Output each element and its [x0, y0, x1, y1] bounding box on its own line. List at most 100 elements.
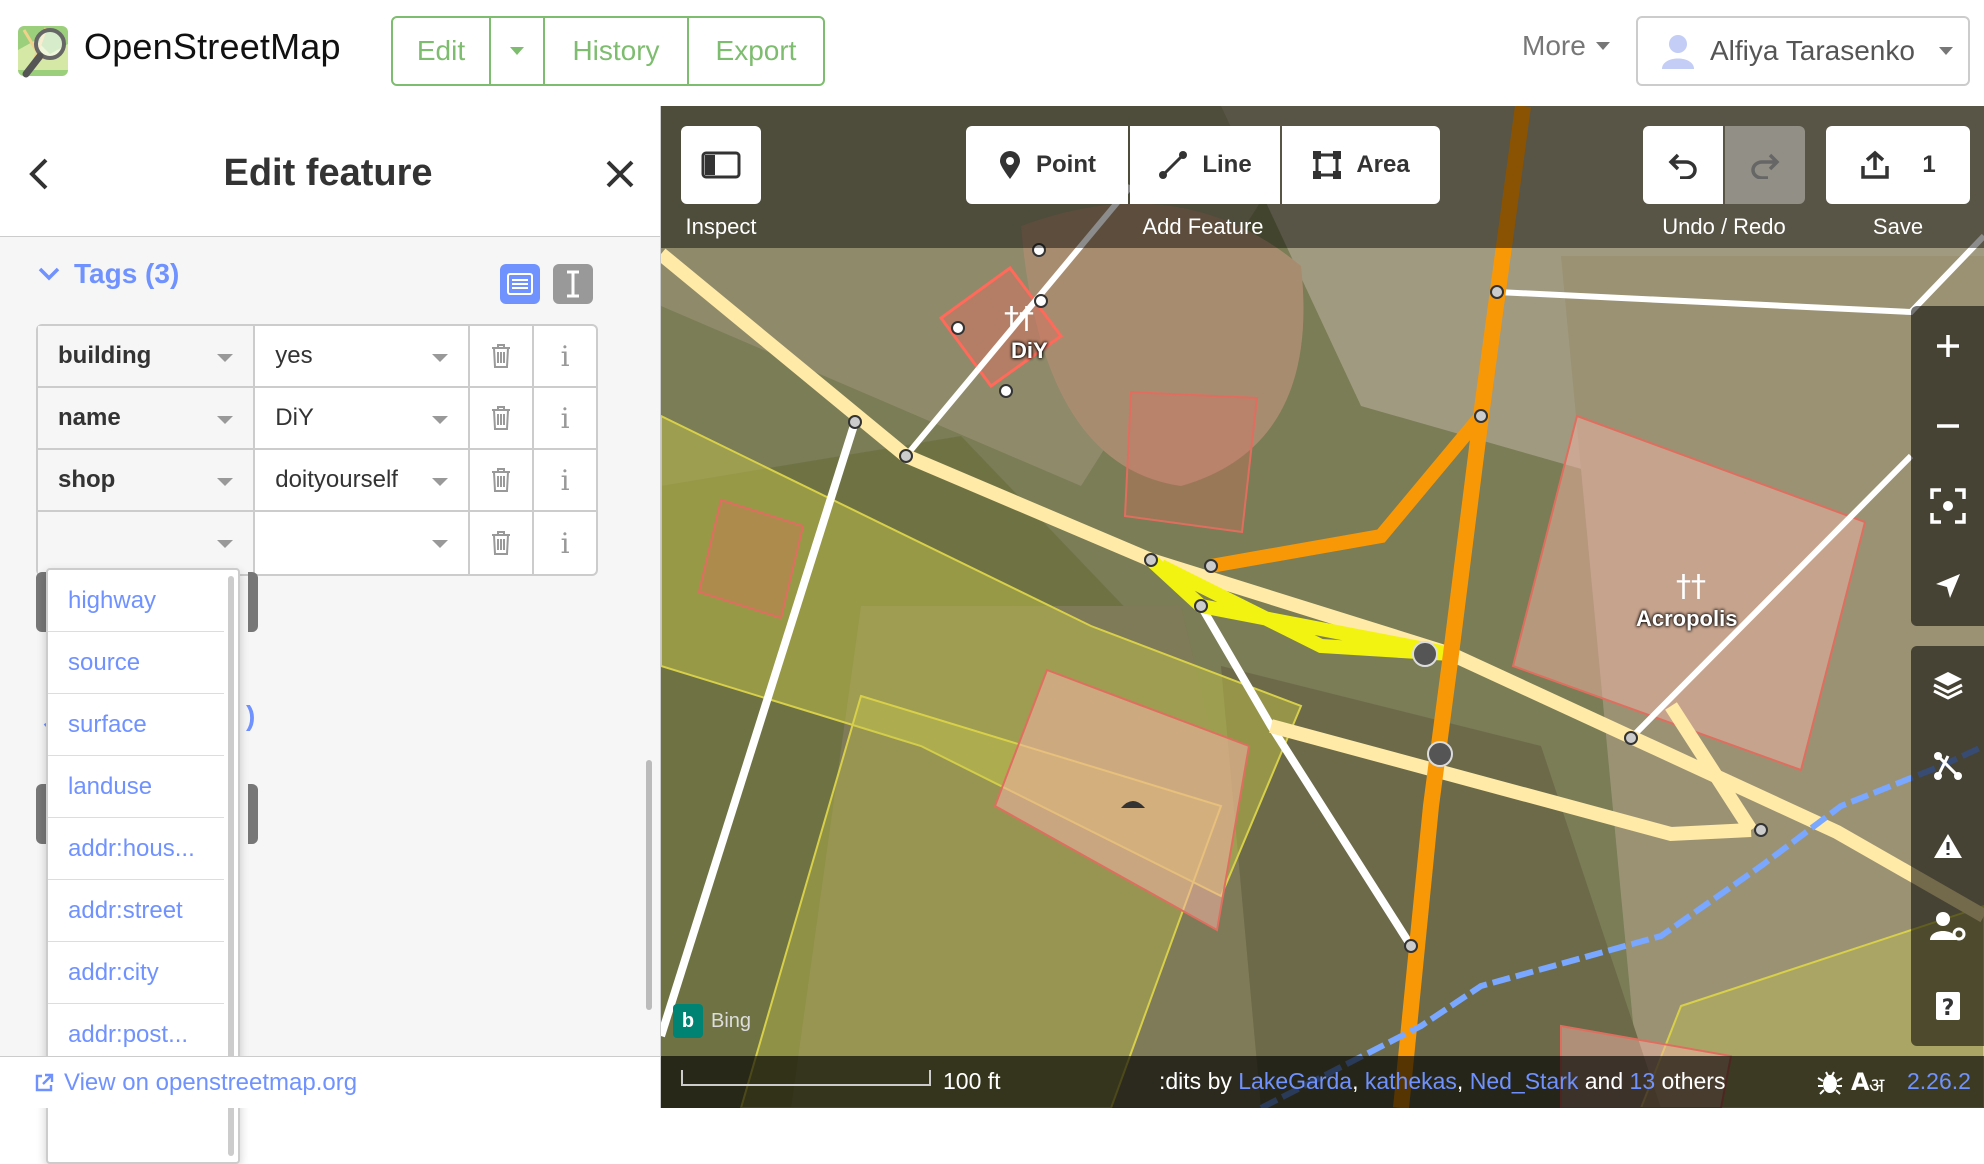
issues-button[interactable] [1911, 806, 1984, 886]
tag-row: building yes i [38, 326, 596, 388]
hidden-section-title: ) [246, 700, 256, 731]
trash-icon [492, 344, 511, 368]
preferences-button[interactable] [1911, 886, 1984, 966]
avatar-icon [1662, 35, 1694, 69]
tags-section-toggle[interactable]: Tags (3) [38, 258, 179, 290]
background-layers-button[interactable] [1911, 646, 1984, 726]
map-data-button[interactable] [1911, 726, 1984, 806]
tag-info-button[interactable]: i [534, 450, 596, 510]
sidebar: Edit feature Tags (3) building yes i nam… [0, 106, 661, 1164]
suggestion-item[interactable]: addr:city [48, 942, 224, 1004]
zoom-out-button[interactable] [1911, 386, 1984, 466]
location-arrow-icon [1935, 574, 1960, 598]
text-view-button[interactable] [553, 264, 593, 304]
line-label: Line [1202, 151, 1252, 178]
list-view-button[interactable] [500, 264, 540, 304]
chevron-down-icon [1938, 47, 1953, 55]
map-canvas[interactable]: †† †† DiY Acropolis Inspect Point Line A… [661, 106, 1984, 1108]
upload-icon [1861, 150, 1890, 179]
info-icon: i [560, 526, 570, 560]
others-count-link[interactable]: 13 [1630, 1068, 1656, 1094]
delete-tag-button[interactable] [470, 512, 535, 574]
bug-report-icon[interactable] [1816, 1068, 1844, 1096]
svg-text:††: †† [1676, 569, 1706, 604]
export-button[interactable]: Export [689, 18, 823, 84]
history-button[interactable]: History [545, 18, 689, 84]
tag-key-input[interactable]: building [38, 326, 256, 386]
chevron-down-icon [217, 416, 234, 424]
tag-key-input[interactable]: name [38, 388, 256, 448]
add-line-button[interactable]: Line [1130, 126, 1280, 204]
diy-map-label[interactable]: DiY [1011, 338, 1048, 364]
version-link[interactable]: 2.26.2 [1907, 1068, 1971, 1095]
imagery-attribution[interactable]: b Bing [673, 1004, 751, 1038]
suggestion-item[interactable]: source [48, 632, 224, 694]
zoom-to-selection-icon [1929, 488, 1966, 524]
svg-text:अ: अ [1869, 1073, 1885, 1096]
add-point-button[interactable]: Point [966, 126, 1128, 204]
user-menu-button[interactable]: Alfiya Tarasenko [1636, 16, 1970, 86]
geolocate-button[interactable] [1911, 546, 1984, 626]
save-button[interactable]: 1 [1826, 126, 1970, 204]
tag-info-button[interactable]: i [534, 326, 596, 386]
new-tag-value-input[interactable] [255, 512, 471, 574]
suggestion-item[interactable]: surface [48, 694, 224, 756]
chevron-down-icon [217, 540, 234, 548]
add-area-button[interactable]: Area [1282, 126, 1440, 204]
tag-value-input[interactable]: doityourself [255, 450, 471, 510]
user-link[interactable]: LakeGarda [1238, 1068, 1352, 1094]
suggestion-item[interactable]: addr:street [48, 880, 224, 942]
undo-icon [1668, 153, 1697, 179]
map-panel-controls: ? [1911, 646, 1984, 1046]
redo-button[interactable] [1725, 126, 1805, 204]
aerial-imagery: †† †† [661, 106, 1984, 1108]
svg-text:A: A [1851, 1068, 1870, 1096]
edit-button[interactable]: Edit [393, 18, 491, 84]
hidden-button-edge [248, 784, 258, 844]
attribution-and: and [1578, 1068, 1630, 1094]
tag-key-text: building [58, 342, 152, 369]
user-link[interactable]: Ned_Stark [1470, 1068, 1579, 1094]
svg-text:††: †† [1004, 301, 1034, 336]
tag-value-input[interactable]: DiY [255, 388, 471, 448]
tag-info-button[interactable]: i [534, 388, 596, 448]
close-icon[interactable] [604, 158, 636, 190]
osm-logo-icon[interactable] [16, 20, 74, 82]
tag-editor-table: building yes i name DiY i shop doityours… [36, 324, 598, 576]
tag-value-text: doityourself [275, 466, 398, 493]
edit-dropdown-button[interactable] [491, 18, 545, 84]
suggestion-item[interactable]: landuse [48, 756, 224, 818]
tag-info-button[interactable]: i [534, 512, 596, 574]
scale-bar[interactable] [681, 1070, 931, 1086]
panel-title: Edit feature [223, 152, 433, 194]
zoom-to-selection-button[interactable] [1911, 466, 1984, 546]
map-footer: 100 ft :dits by LakeGarda, kathekas, Ned… [661, 1056, 1984, 1108]
site-title[interactable]: OpenStreetMap [84, 26, 341, 68]
user-link[interactable]: kathekas [1365, 1068, 1457, 1094]
tag-key-input[interactable]: shop [38, 450, 256, 510]
chevron-down-icon [432, 416, 449, 424]
delete-tag-button[interactable] [470, 450, 535, 510]
line-icon [1159, 151, 1188, 179]
delete-tag-button[interactable] [470, 326, 535, 386]
translate-icon[interactable]: Aअ [1851, 1066, 1891, 1096]
inspect-button[interactable] [681, 126, 761, 204]
delete-tag-button[interactable] [470, 388, 535, 448]
sidebar-footer: View on openstreetmap.org [0, 1056, 660, 1108]
help-button[interactable]: ? [1911, 966, 1984, 1046]
zoom-in-button[interactable] [1911, 306, 1984, 386]
new-tag-key-input[interactable] [38, 512, 256, 574]
undo-button[interactable] [1643, 126, 1723, 204]
sidebar-header: Edit feature [0, 106, 660, 237]
suggestion-item[interactable]: highway [48, 570, 224, 632]
tag-value-input[interactable]: yes [255, 326, 471, 386]
edit-nav-group: Edit History Export [391, 16, 825, 86]
area-label: Area [1356, 151, 1410, 178]
view-on-osm-link[interactable]: View on openstreetmap.org [34, 1069, 357, 1097]
more-menu-button[interactable]: More [1522, 30, 1610, 62]
acropolis-map-label[interactable]: Acropolis [1636, 606, 1737, 632]
suggestion-item[interactable]: addr:hous... [48, 818, 224, 880]
trash-icon [492, 468, 511, 492]
sidebar-scrollbar[interactable] [646, 760, 652, 1010]
external-link-icon [35, 1073, 54, 1092]
